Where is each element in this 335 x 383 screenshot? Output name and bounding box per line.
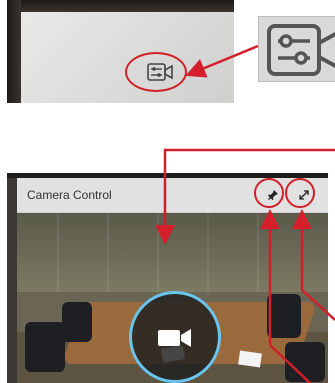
video-camera-icon: [158, 329, 191, 347]
wall-stripe: [107, 212, 109, 292]
panel-title: Camera Control: [27, 188, 112, 202]
camera-settings-icon-large: [267, 24, 335, 76]
chair: [25, 322, 65, 372]
room-wall: [17, 212, 328, 292]
camera-control-panel: Camera Control: [7, 173, 328, 383]
chair: [267, 294, 301, 338]
chair: [285, 342, 325, 382]
device-bezel-top: [7, 0, 234, 12]
magnified-icon-box: [258, 16, 335, 82]
paper-sheet: [238, 350, 262, 368]
annotation-circle-expand: [285, 178, 315, 208]
wall-stripe: [157, 212, 159, 292]
wall-stripe: [257, 212, 259, 292]
wall-stripe: [207, 212, 209, 292]
camera-feed: [17, 212, 328, 383]
camera-control-button[interactable]: [129, 291, 221, 383]
wall-stripe: [57, 212, 59, 292]
annotation-circle-pin: [254, 178, 284, 208]
annotation-circle-settings: [125, 52, 187, 92]
device-screen: [21, 12, 234, 103]
device-bezel-left: [7, 0, 21, 103]
chair: [62, 302, 92, 342]
device-screen-photo: [7, 0, 234, 103]
